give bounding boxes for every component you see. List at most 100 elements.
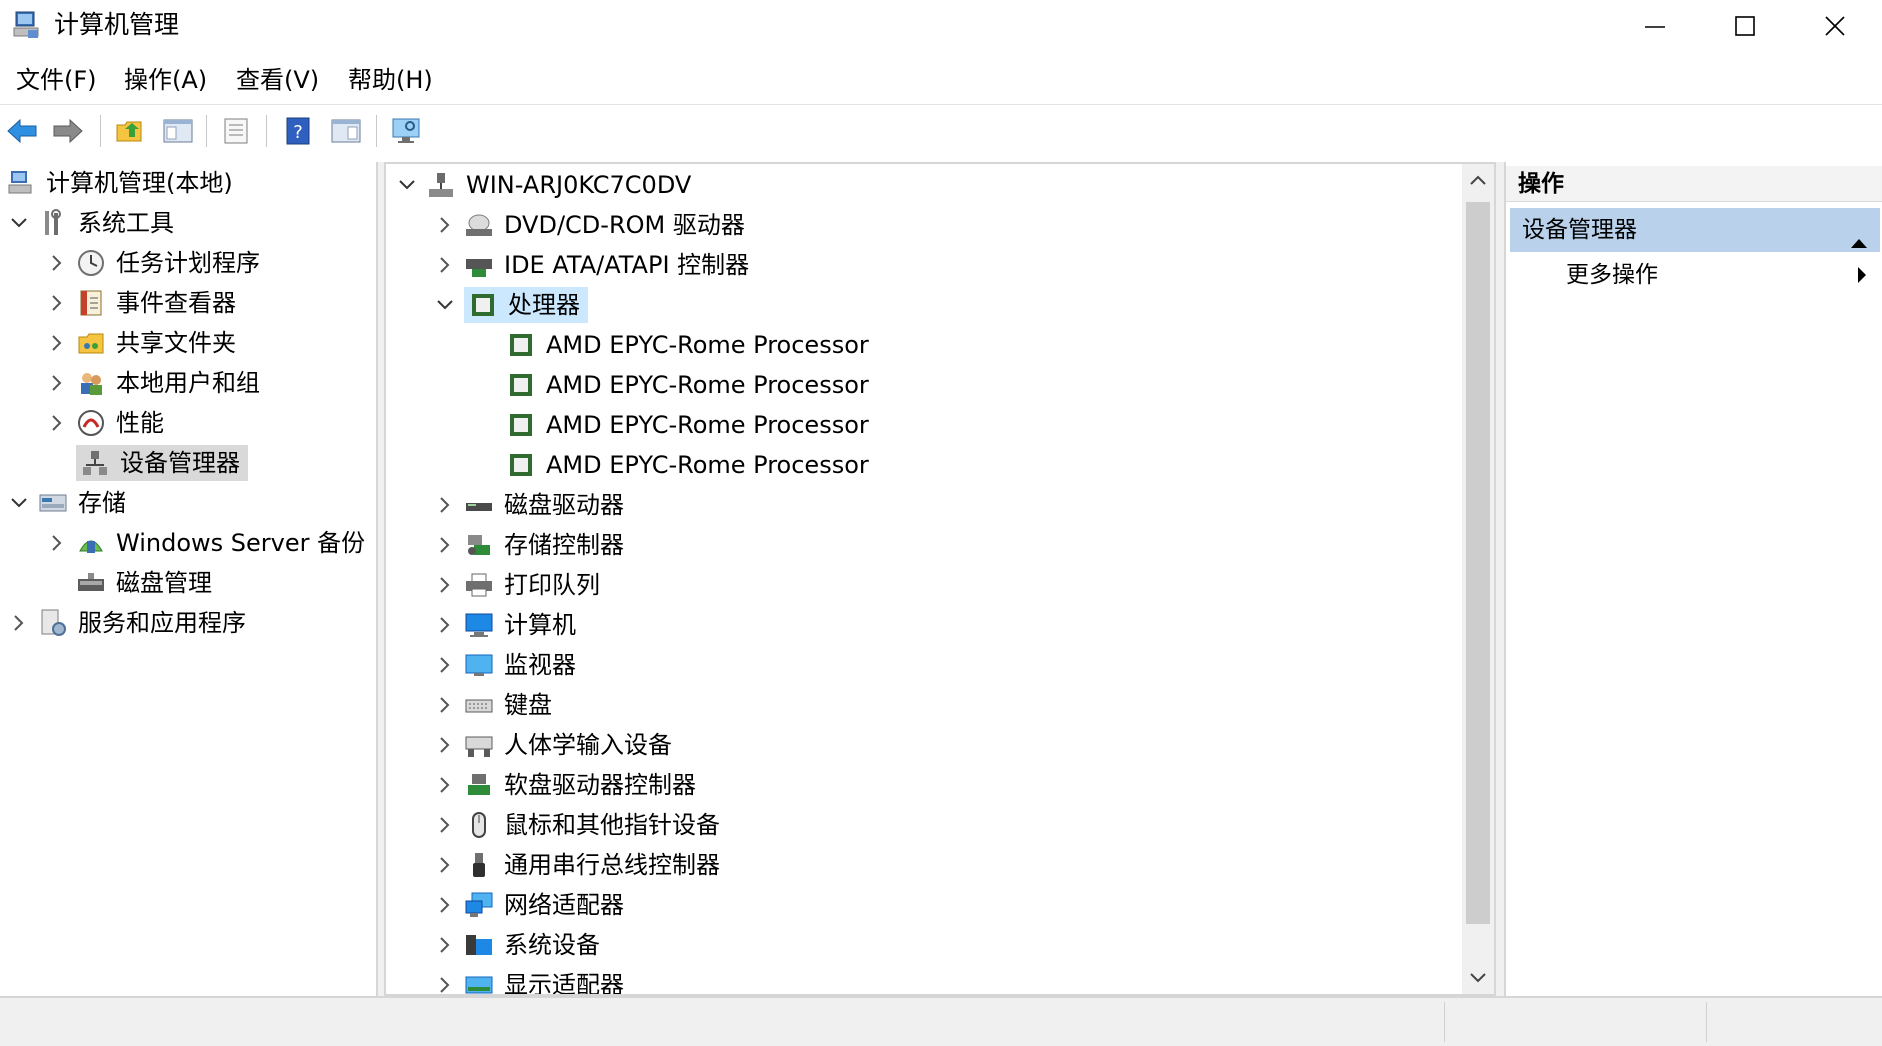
processor-icon xyxy=(506,370,536,400)
actions-section-label: 设备管理器 xyxy=(1522,217,1637,243)
chevron-right-icon[interactable] xyxy=(44,408,70,438)
processor-icon xyxy=(506,330,536,360)
chevron-right-icon[interactable] xyxy=(432,970,458,994)
device-category-disk[interactable]: 磁盘驱动器 xyxy=(432,486,628,524)
device-category-floppy-controller[interactable]: 软盘驱动器控制器 xyxy=(432,766,700,804)
device-cpu-item[interactable]: AMD EPYC-Rome Processor xyxy=(506,446,873,484)
chevron-right-icon[interactable] xyxy=(432,930,458,960)
tools-icon xyxy=(38,208,68,238)
tree-item-services-apps[interactable]: 服务和应用程序 xyxy=(6,604,250,642)
dvd-drive-icon xyxy=(464,210,494,240)
device-category-network[interactable]: 网络适配器 xyxy=(432,886,628,924)
chevron-down-icon[interactable] xyxy=(394,170,420,200)
device-category-monitor[interactable]: 监视器 xyxy=(432,646,580,684)
monitor-icon[interactable] xyxy=(388,113,424,149)
monitor-icon xyxy=(464,650,494,680)
chevron-down-icon[interactable] xyxy=(432,290,458,320)
tree-root[interactable]: 计算机管理(本地) xyxy=(6,164,237,202)
scrollbar-thumb[interactable] xyxy=(1466,202,1490,924)
tree-item-windows-backup[interactable]: Windows Server 备份 xyxy=(44,524,369,562)
device-category-system-devices[interactable]: 系统设备 xyxy=(432,926,604,964)
scroll-up-icon[interactable] xyxy=(1468,172,1488,191)
chevron-right-icon[interactable] xyxy=(432,650,458,680)
forward-arrow-icon[interactable] xyxy=(50,113,86,149)
chevron-right-icon[interactable] xyxy=(44,368,70,398)
chevron-right-icon[interactable] xyxy=(432,890,458,920)
up-folder-icon[interactable] xyxy=(112,113,148,149)
hid-icon xyxy=(464,730,494,760)
device-cpu-item[interactable]: AMD EPYC-Rome Processor xyxy=(506,366,873,404)
chevron-right-icon[interactable] xyxy=(432,570,458,600)
device-category-keyboard[interactable]: 键盘 xyxy=(432,686,556,724)
tree-item-storage[interactable]: 存储 xyxy=(6,484,130,522)
tree-label: 任务计划程序 xyxy=(116,249,260,277)
device-category-processors[interactable]: 处理器 xyxy=(432,286,588,324)
tree-label: 性能 xyxy=(116,409,164,437)
device-cpu-item[interactable]: AMD EPYC-Rome Processor xyxy=(506,406,873,444)
tree-item-local-users[interactable]: 本地用户和组 xyxy=(44,364,264,402)
device-category-display-adapter[interactable]: 显示适配器 xyxy=(432,966,628,994)
device-category-mouse[interactable]: 鼠标和其他指针设备 xyxy=(432,806,724,844)
chevron-right-icon[interactable] xyxy=(432,770,458,800)
device-category-computer[interactable]: 计算机 xyxy=(432,606,580,644)
tree-item-device-manager[interactable]: 设备管理器 xyxy=(76,444,248,482)
scroll-down-icon[interactable] xyxy=(1468,970,1488,989)
chevron-right-icon[interactable] xyxy=(432,210,458,240)
menu-help[interactable]: 帮助(H) xyxy=(348,64,433,96)
right-splitter[interactable] xyxy=(1496,162,1504,996)
menu-file[interactable]: 文件(F) xyxy=(16,64,97,96)
tree-item-disk-management[interactable]: 磁盘管理 xyxy=(76,564,216,602)
chevron-right-icon[interactable] xyxy=(6,608,32,638)
chevron-right-icon[interactable] xyxy=(44,248,70,278)
vertical-scrollbar[interactable] xyxy=(1462,164,1494,994)
chevron-right-icon[interactable] xyxy=(432,730,458,760)
minimize-button[interactable] xyxy=(1610,0,1700,52)
chevron-down-icon[interactable] xyxy=(6,208,32,238)
tree-item-event-viewer[interactable]: 事件查看器 xyxy=(44,284,240,322)
menu-view[interactable]: 查看(V) xyxy=(236,64,319,96)
device-category-dvd[interactable]: DVD/CD-ROM 驱动器 xyxy=(432,206,749,244)
properties-icon[interactable] xyxy=(218,113,254,149)
device-category-hid[interactable]: 人体学输入设备 xyxy=(432,726,676,764)
device-category-label: 处理器 xyxy=(508,291,580,319)
tree-item-shared-folders[interactable]: 共享文件夹 xyxy=(44,324,240,362)
menu-action[interactable]: 操作(A) xyxy=(124,64,207,96)
chevron-down-icon[interactable] xyxy=(6,488,32,518)
show-hide-console-tree-icon[interactable] xyxy=(160,113,196,149)
tree-item-system-tools[interactable]: 系统工具 xyxy=(6,204,178,242)
svg-text:?: ? xyxy=(293,122,303,143)
device-category-print-queue[interactable]: 打印队列 xyxy=(432,566,604,604)
back-arrow-icon[interactable] xyxy=(4,113,40,149)
chevron-right-icon[interactable] xyxy=(432,610,458,640)
chevron-right-icon[interactable] xyxy=(432,850,458,880)
device-category-label: IDE ATA/ATAPI 控制器 xyxy=(504,251,750,279)
tree-label: 本地用户和组 xyxy=(116,369,260,397)
tree-item-task-scheduler[interactable]: 任务计划程序 xyxy=(44,244,264,282)
maximize-button[interactable] xyxy=(1700,0,1790,52)
tree-label: 计算机管理(本地) xyxy=(46,169,233,197)
actions-section-device-manager[interactable]: 设备管理器 xyxy=(1510,208,1880,252)
submenu-right-triangle-icon[interactable] xyxy=(1856,266,1868,288)
chevron-right-icon[interactable] xyxy=(432,490,458,520)
device-root[interactable]: WIN-ARJ0KC7C0DV xyxy=(394,166,695,204)
computer-icon xyxy=(464,610,494,640)
chevron-right-icon[interactable] xyxy=(432,530,458,560)
chevron-right-icon[interactable] xyxy=(44,528,70,558)
tree-item-performance[interactable]: 性能 xyxy=(44,404,168,442)
device-category-storage-controller[interactable]: 存储控制器 xyxy=(432,526,628,564)
device-cpu-item[interactable]: AMD EPYC-Rome Processor xyxy=(506,326,873,364)
chevron-right-icon[interactable] xyxy=(432,690,458,720)
device-category-ide[interactable]: IDE ATA/ATAPI 控制器 xyxy=(432,246,753,284)
collapse-up-triangle-icon[interactable] xyxy=(1850,220,1868,264)
chevron-right-icon[interactable] xyxy=(432,250,458,280)
help-icon[interactable]: ? xyxy=(280,113,316,149)
network-adapter-icon xyxy=(464,890,494,920)
chevron-right-icon[interactable] xyxy=(44,288,70,318)
show-action-pane-icon[interactable] xyxy=(328,113,364,149)
chevron-right-icon[interactable] xyxy=(44,328,70,358)
more-actions-item[interactable]: 更多操作 xyxy=(1566,256,1658,294)
chevron-right-icon[interactable] xyxy=(432,810,458,840)
device-category-usb[interactable]: 通用串行总线控制器 xyxy=(432,846,724,884)
device-root-label: WIN-ARJ0KC7C0DV xyxy=(466,171,692,199)
close-button[interactable] xyxy=(1790,0,1880,52)
